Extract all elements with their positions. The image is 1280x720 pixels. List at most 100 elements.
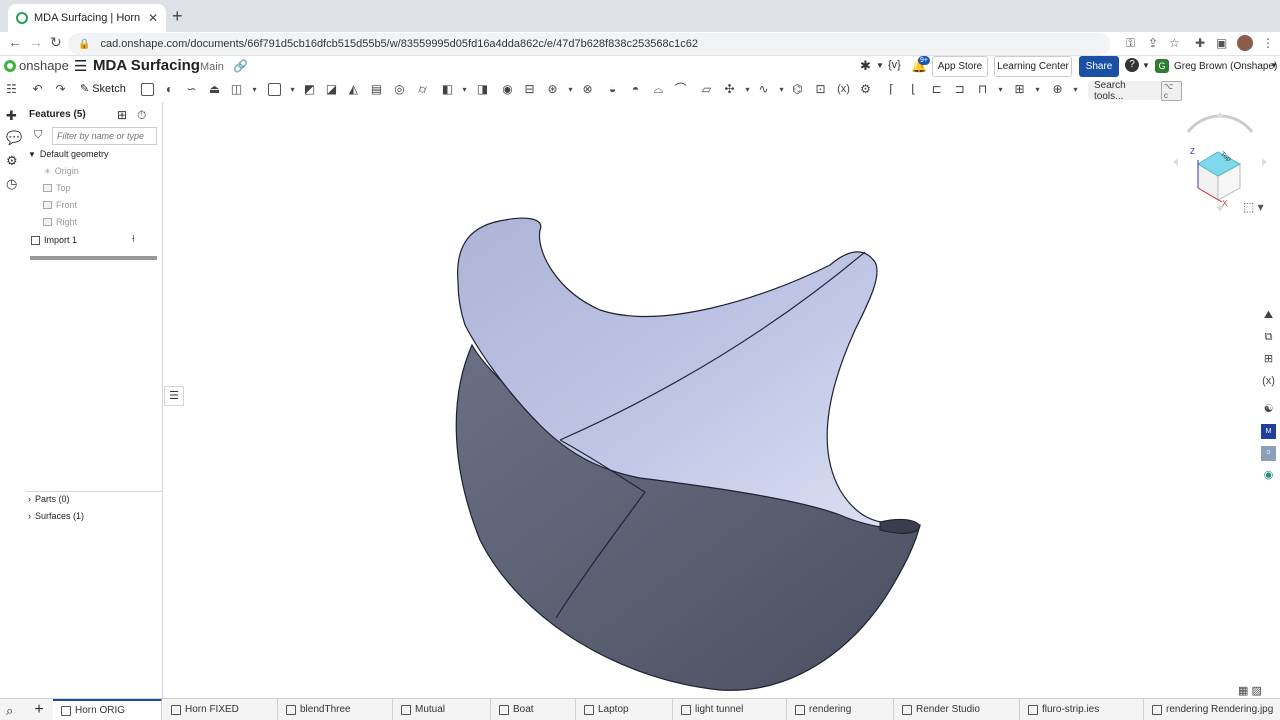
app-panel-icon[interactable]: M	[1261, 424, 1276, 439]
link-icon[interactable]: 🔗	[233, 59, 248, 73]
circular-app-icon[interactable]: ◉	[1261, 468, 1276, 483]
shell-icon[interactable]: ▤	[369, 82, 384, 97]
share-page-icon[interactable]: ⇪	[1148, 36, 1158, 50]
key-icon[interactable]: ⚿	[1126, 36, 1135, 51]
user-name[interactable]: Greg Brown (Onshape)	[1174, 61, 1277, 72]
hole-icon[interactable]: ◎	[392, 82, 407, 97]
chevron-down-icon[interactable]: ▾	[774, 82, 789, 97]
rollback-timer-icon[interactable]: ⏱	[137, 108, 146, 123]
chevron-right-icon[interactable]: ›	[28, 511, 31, 521]
extend-surface-icon[interactable]: ⌓	[651, 82, 666, 97]
add-tab-icon[interactable]: +	[28, 699, 50, 720]
chevron-down-icon[interactable]: ▾	[740, 82, 755, 97]
close-tab-icon[interactable]: ✕	[148, 11, 158, 25]
helix-icon[interactable]: ⌬	[790, 82, 805, 97]
extensions-icon[interactable]: ✚	[1195, 36, 1205, 50]
tab-light-tunnel[interactable]: light tunnel	[673, 699, 787, 720]
help-chevron-icon[interactable]: ▼	[1142, 61, 1150, 70]
tab-rendering[interactable]: rendering	[787, 699, 894, 720]
surfaces-group[interactable]: › Surfaces (1)	[28, 511, 84, 521]
feature-list-icon[interactable]: ☷	[4, 82, 19, 97]
appearance-icon[interactable]: ⚙	[6, 153, 18, 169]
user-avatar[interactable]: G	[1155, 59, 1169, 73]
onshape-logo[interactable]: onshape	[4, 58, 69, 73]
reload-icon[interactable]: ↻	[50, 34, 62, 51]
tab-blendthree[interactable]: blendThree	[278, 699, 393, 720]
chevron-down-icon[interactable]: ▾	[993, 82, 1008, 97]
tab-boat[interactable]: Boat	[491, 699, 576, 720]
wrap-icon[interactable]: ⊡	[813, 82, 828, 97]
fillet-icon[interactable]	[268, 83, 281, 96]
parts-group[interactable]: › Parts (0)	[28, 494, 70, 504]
document-menu-icon[interactable]: ☰	[74, 57, 87, 75]
help-icon[interactable]: ?	[1125, 58, 1139, 72]
surface-fill-icon[interactable]: ◒	[605, 82, 620, 97]
history-icon[interactable]: ◷	[6, 176, 17, 192]
undo-icon[interactable]: ↶	[30, 82, 45, 97]
rollback-bar[interactable]	[30, 256, 157, 260]
split-icon[interactable]: ◉	[500, 82, 515, 97]
delete-part-icon[interactable]: ⊗	[580, 82, 595, 97]
offset-surface-icon[interactable]: ⌒	[673, 82, 688, 97]
frame-icon[interactable]: ⊞	[1012, 82, 1027, 97]
filter-icon[interactable]: ⛉	[34, 129, 42, 142]
tree-item-origin[interactable]: ✳ Origin	[44, 166, 79, 176]
parts-divider[interactable]	[26, 491, 162, 492]
tab-horn-fixed[interactable]: Horn FIXED	[163, 699, 278, 720]
add-feature-icon[interactable]: ✚	[6, 108, 17, 124]
sheet-metal-icon[interactable]: ⌈	[884, 82, 899, 97]
appearance-panel-icon[interactable]: ⛰	[1261, 308, 1276, 323]
branch-name[interactable]: Main	[200, 61, 224, 73]
draft-icon[interactable]: ◪	[324, 82, 339, 97]
tab-rendering-jpg[interactable]: rendering Rendering.jpg	[1144, 699, 1280, 720]
bend-relief-icon[interactable]: ⊓	[975, 82, 990, 97]
browser-menu-icon[interactable]: ⋮	[1262, 36, 1274, 50]
plane-icon[interactable]: ▱	[699, 82, 714, 97]
tab-horn-orig[interactable]: Horn ORIG	[53, 699, 162, 720]
cylinder-icon[interactable]: ⌭	[415, 82, 430, 97]
chevron-down-icon[interactable]: ▾	[1068, 82, 1083, 97]
revolve-icon[interactable]: ◐	[162, 82, 177, 97]
view-cube-arrow-right[interactable]	[1262, 158, 1267, 166]
redo-icon[interactable]: ↷	[53, 82, 68, 97]
graphics-viewport[interactable]	[164, 102, 1256, 698]
bug-icon[interactable]: ✱	[860, 58, 871, 74]
view-cube-orbit-arc[interactable]	[1186, 114, 1254, 133]
app-store-button[interactable]: App Store	[932, 56, 988, 77]
rib-icon[interactable]: ◭	[346, 82, 361, 97]
url-field[interactable]: 🔒 cad.onshape.com/documents/66f791d5cb16…	[68, 33, 1110, 55]
tree-item-import[interactable]: Import 1	[31, 235, 77, 245]
mate-connector-icon[interactable]: ✣	[722, 82, 737, 97]
tree-item-top[interactable]: Top	[43, 183, 71, 193]
default-geometry-row[interactable]: ▼ Default geometry	[28, 149, 108, 159]
chevron-down-icon[interactable]: ▾	[1030, 82, 1045, 97]
thicken-icon[interactable]: ◫	[229, 82, 244, 97]
chamfer-icon[interactable]: ◩	[302, 82, 317, 97]
boundary-surface-icon[interactable]: ◓	[628, 82, 643, 97]
sweep-icon[interactable]: ∽	[184, 82, 199, 97]
filter-input[interactable]	[52, 127, 157, 145]
flange-icon[interactable]: ⌊	[906, 82, 921, 97]
chevron-down-icon[interactable]: ▼	[876, 61, 884, 70]
share-button[interactable]: Share	[1079, 56, 1119, 77]
variables-icon[interactable]: {v}	[888, 59, 901, 71]
boolean-icon[interactable]: ◧	[440, 82, 455, 97]
tab-manager-icon[interactable]: ⌕	[6, 703, 13, 719]
tab-fluro-strip[interactable]: fluro-strip.ies	[1020, 699, 1144, 720]
chevron-down-icon[interactable]: ▾	[457, 82, 472, 97]
comments-icon[interactable]: 💬	[6, 130, 22, 146]
tab-laptop[interactable]: Laptop	[576, 699, 673, 720]
browser-tab[interactable]: MDA Surfacing | Horn ORIG ✕	[8, 4, 166, 32]
custom-feature-icon[interactable]: ⊕	[1050, 82, 1065, 97]
yin-yang-app-icon[interactable]: ☯	[1261, 402, 1276, 417]
chevron-down-icon[interactable]: ▾	[247, 82, 262, 97]
tab-render-studio[interactable]: Render Studio	[894, 699, 1020, 720]
side-panel-icon[interactable]: ▣	[1216, 36, 1227, 50]
add-folder-icon[interactable]: ⊞	[117, 108, 127, 122]
document-title[interactable]: MDA Surfacing	[93, 57, 200, 74]
pattern-icon[interactable]: ⊛	[545, 82, 560, 97]
profile-avatar[interactable]	[1237, 35, 1253, 51]
chevron-down-icon[interactable]: ▾	[563, 82, 578, 97]
onshape-app-icon[interactable]: O	[1261, 446, 1276, 461]
corner-icon[interactable]: ⊐	[952, 82, 967, 97]
